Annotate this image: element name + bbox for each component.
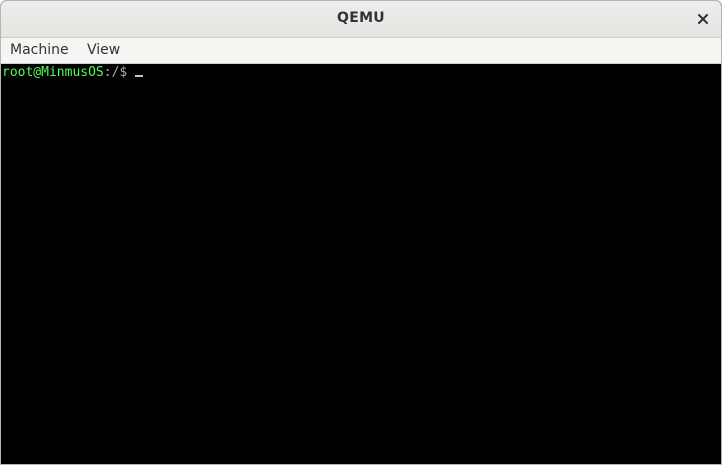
window-title: QEMU [337, 10, 385, 26]
shell-prompt: root@MinmusOS:/$ [2, 65, 144, 81]
menu-bar: Machine View [1, 38, 721, 64]
prompt-path: :/$ [103, 65, 128, 80]
menu-view[interactable]: View [87, 42, 120, 58]
terminal-screen[interactable]: root@MinmusOS:/$ [1, 64, 721, 464]
title-bar[interactable]: QEMU [1, 1, 721, 38]
close-icon [698, 14, 708, 24]
prompt-user-host: root@MinmusOS [2, 65, 104, 80]
close-button[interactable] [693, 9, 713, 29]
menu-machine[interactable]: Machine [10, 42, 69, 58]
qemu-window: QEMU Machine View root@MinmusOS:/$ [0, 0, 722, 465]
text-cursor [135, 75, 144, 77]
